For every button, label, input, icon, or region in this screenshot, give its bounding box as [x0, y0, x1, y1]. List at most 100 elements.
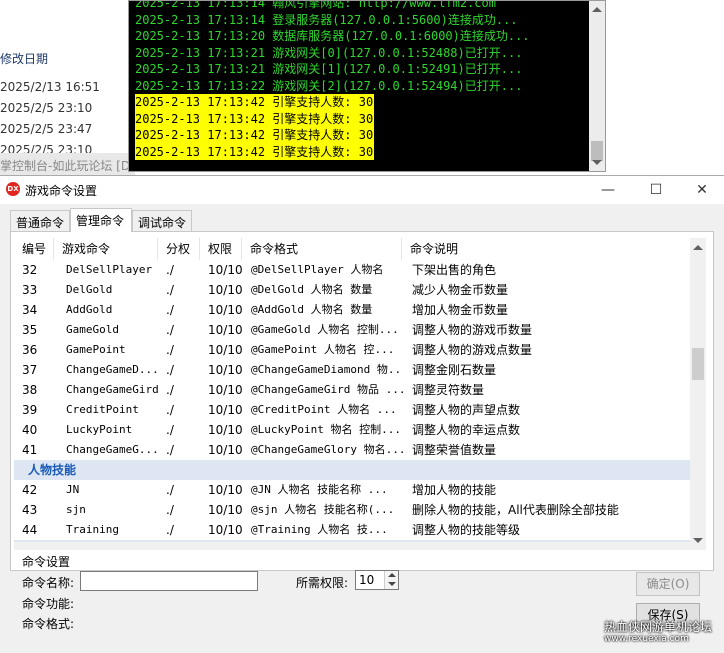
cell-desc: 调整人物的游戏币数量 [412, 323, 533, 337]
column-header-split[interactable]: 分权 [158, 238, 200, 260]
scroll-thumb[interactable] [591, 141, 603, 161]
app-icon: DX [6, 182, 20, 196]
column-header-format[interactable]: 命令格式 [242, 238, 402, 260]
cell-cmd: AddGold [66, 303, 113, 316]
cell-id: 34 [22, 303, 38, 317]
tab-admin-commands[interactable]: 管理命令 [70, 208, 132, 232]
table-row[interactable]: 42 JN ./ 10/10 @JN 人物名 技能名称 ... 增加人物的技能 [14, 480, 690, 500]
spin-up-icon[interactable] [384, 571, 398, 580]
server-console: 2025-2-13 17:13:14 翰风引擎网站: http://www.lf… [128, 0, 606, 172]
cell-perm: 10/10 [208, 383, 243, 397]
table-row[interactable]: 38 ChangeGameGird ./ 10/10 @ChangeGameGird 物… [14, 380, 690, 400]
spin-down-icon[interactable] [384, 580, 398, 589]
cell-id: 33 [22, 283, 38, 297]
cell-id: 43 [22, 503, 38, 517]
cell-id: 36 [22, 343, 38, 357]
cell-cmd: Training [66, 523, 119, 536]
tab-normal-commands[interactable]: 普通命令 [10, 210, 70, 231]
table-row[interactable]: 33 DelGold ./ 10/10 @DelGold 人物名 数量 减少人物金币数量 [14, 280, 690, 300]
command-list[interactable]: 编号 游戏命令 分权 权限 命令格式 命令说明 32 DelSellPlayer.… [14, 238, 706, 550]
cell-perm: 10/10 [208, 443, 243, 457]
console-line: 2025-2-13 17:13:22 游戏网关[2](127.0.0.1:524… [135, 78, 523, 93]
cell-fmt: @DelGold 人物名 数量 [251, 283, 373, 296]
table-row[interactable]: 39 CreditPoint ./ 10/10 @CreditPoint 人物名 ...… [14, 400, 690, 420]
dialog-titlebar[interactable]: DX 游戏命令设置 — ☐ ✕ [0, 176, 724, 204]
cell-desc: 增加人物的技能 [412, 483, 497, 497]
table-row[interactable]: 43 sjn ./ 10/10 @sjn 人物名 技能名称(... 删除人物的技能，All… [14, 500, 690, 520]
permission-spinner[interactable]: 10 [355, 570, 399, 590]
cell-desc: 调整人物的游戏点数量 [412, 343, 533, 357]
console-line-highlighted: 2025-2-13 17:13:42 引擎支持人数: 30 [135, 110, 374, 127]
cell-cmd: sjn [66, 503, 86, 516]
column-header-permission[interactable]: 权限 [200, 238, 242, 260]
column-header-command[interactable]: 游戏命令 [54, 238, 158, 260]
scroll-thumb[interactable] [692, 348, 704, 380]
table-row[interactable]: 40 LuckyPoint ./ 10/10 @LuckyPoint 物名 控制... 调… [14, 420, 690, 440]
tab-debug-commands[interactable]: 调试命令 [132, 210, 192, 231]
command-name-input[interactable] [80, 571, 258, 591]
cell-desc: 减少人物金币数量 [412, 283, 509, 297]
cell-desc: 调整人物的声望点数 [412, 403, 521, 417]
background-window-title[interactable]: 掌控制台-如此玩论坛 [D [0, 153, 135, 177]
cell-desc: 调整灵符数量 [412, 383, 485, 397]
cell-cmd: CreditPoint [66, 403, 139, 416]
column-header-description[interactable]: 命令说明 [402, 238, 690, 260]
cell-perm: 10/10 [208, 523, 243, 537]
cell-desc: 调整人物的幸运点数 [412, 423, 521, 437]
column-header-id[interactable]: 编号 [14, 238, 54, 260]
command-name-label: 命令名称: [22, 576, 75, 590]
modified-date-header[interactable]: 修改日期 [0, 50, 48, 67]
cell-id: 38 [22, 383, 38, 397]
cell-perm: 10/10 [208, 323, 243, 337]
table-row[interactable]: 41 ChangeGameG... ./ 10/10 @ChangeGameGlory … [14, 440, 690, 460]
maximize-button[interactable]: ☐ [636, 179, 676, 201]
cell-desc: 调整人物的技能等级 [412, 523, 521, 537]
cell-fmt: @LuckyPoint 物名 控制... [251, 423, 401, 436]
cell-fmt: @ChangeGameDiamond 物... [251, 363, 403, 376]
cell-perm: 10/10 [208, 343, 243, 357]
console-line-highlighted: 2025-2-13 17:13:42 引擎支持人数: 30 [135, 94, 374, 111]
list-rows: 32 DelSellPlayer ./ 10/10 @DelSellPlayer 人物名… [14, 260, 690, 550]
cell-split: ./ [166, 263, 174, 277]
console-line: 2025-2-13 17:13:21 游戏网关[0](127.0.0.1:524… [135, 45, 523, 60]
cell-fmt: @DelSellPlayer 人物名 [251, 263, 384, 276]
ok-button[interactable]: 确定(O) [636, 572, 700, 596]
close-button[interactable]: ✕ [682, 179, 722, 201]
cell-desc: 调整金刚石数量 [412, 363, 497, 377]
table-row[interactable]: 34 AddGold ./ 10/10 @AddGold 人物名 数量 增加人物金币数量 [14, 300, 690, 320]
console-scrollbar[interactable] [589, 1, 605, 171]
console-line: 2025-2-13 17:13:14 登录服务器(127.0.0.1:5600)… [135, 12, 518, 27]
cell-desc: 调整荣誉值数量 [412, 443, 497, 457]
horizontal-scrollbar[interactable] [14, 542, 690, 550]
cell-split: ./ [166, 403, 174, 417]
group-header[interactable]: 人物技能 [14, 460, 690, 480]
cell-perm: 10/10 [208, 403, 243, 417]
table-row[interactable]: 44 Training ./ 10/10 @Training 人物名 技... 调整人物的… [14, 520, 690, 540]
permission-value[interactable]: 10 [359, 573, 374, 587]
table-row[interactable]: 35 GameGold ./ 10/10 @GameGold 人物名 控制... 调整人物… [14, 320, 690, 340]
cell-fmt: @AddGold 人物名 数量 [251, 303, 373, 316]
watermark-url: www.rexuexia.com [604, 634, 689, 644]
minimize-button[interactable]: — [588, 179, 628, 201]
cell-cmd: ChangeGameD... [66, 363, 159, 376]
scroll-down-icon[interactable] [693, 538, 703, 543]
watermark-text: 热血侠网游单机论坛 [604, 620, 713, 634]
file-date: 2025/2/5 23:10 [0, 101, 93, 115]
scroll-down-icon[interactable] [592, 160, 602, 165]
cell-id: 41 [22, 443, 38, 457]
cell-id: 40 [22, 423, 38, 437]
list-scrollbar[interactable] [690, 238, 706, 550]
scroll-up-icon[interactable] [693, 245, 703, 250]
cell-fmt: @JN 人物名 技能名称 ... [251, 483, 388, 496]
table-row[interactable]: 32 DelSellPlayer ./ 10/10 @DelSellPlayer 人物名… [14, 260, 690, 280]
table-row[interactable]: 36 GamePoint ./ 10/10 @GamePoint 人物名 控... 调整人… [14, 340, 690, 360]
table-row[interactable]: 37 ChangeGameD... ./ 10/10 @ChangeGameDiamon… [14, 360, 690, 380]
cell-fmt: @ChangeGameGird 物品 ... [251, 383, 403, 396]
cell-split: ./ [166, 503, 174, 517]
cell-split: ./ [166, 383, 174, 397]
cell-split: ./ [166, 423, 174, 437]
scroll-up-icon[interactable] [592, 7, 602, 12]
cell-id: 44 [22, 523, 38, 537]
cell-cmd: JN [66, 483, 80, 496]
cell-perm: 10/10 [208, 423, 243, 437]
